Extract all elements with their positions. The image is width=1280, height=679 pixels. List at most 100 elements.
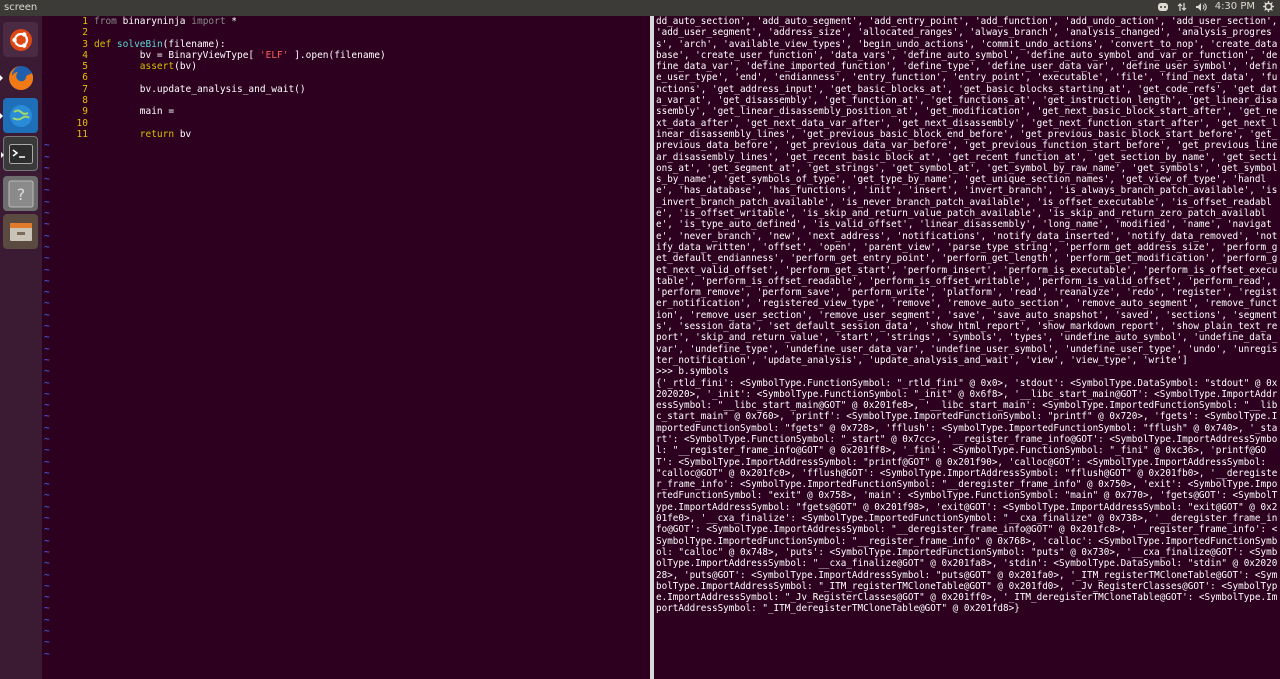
line-number: 4 xyxy=(82,49,88,61)
line-number: 5 xyxy=(82,61,88,73)
code-line[interactable]: 4 bv = BinaryViewType[ 'ELF' ].open(file… xyxy=(42,50,650,61)
code-token: bv = BinaryViewType[ xyxy=(94,49,260,61)
code-token: main = xyxy=(94,106,180,118)
volume-icon[interactable] xyxy=(1195,2,1207,12)
svg-text:?: ? xyxy=(16,185,25,204)
empty-line-tilde: ~ xyxy=(44,264,50,276)
code-token: 'ELF' xyxy=(259,49,289,61)
empty-line-tilde: ~ xyxy=(44,614,50,626)
code-token: def xyxy=(94,38,112,50)
empty-line-tilde: ~ xyxy=(44,569,50,581)
code-line[interactable]: 2 xyxy=(42,27,650,38)
code-token: (bv) xyxy=(174,61,197,73)
empty-line-tilde: ~ xyxy=(44,140,50,152)
window-title: screen xyxy=(4,2,38,13)
code-token: solveBin xyxy=(116,38,163,50)
code-line[interactable]: 6 xyxy=(42,72,650,83)
empty-line-tilde: ~ xyxy=(44,366,50,378)
empty-line-tilde: ~ xyxy=(44,343,50,355)
ubuntu-dash-icon[interactable] xyxy=(3,22,38,57)
code-line[interactable]: 9 main = xyxy=(42,106,650,117)
empty-line-tilde: ~ xyxy=(44,592,50,604)
firefox-icon[interactable] xyxy=(0,60,38,95)
vim-editor[interactable]: 1 from binaryninja import * 2 3 def solveBin… xyxy=(42,16,650,679)
empty-line-tilde: ~ xyxy=(44,332,50,344)
network-icon[interactable] xyxy=(1177,2,1187,12)
empty-line-tilde: ~ xyxy=(44,411,50,423)
empty-line-tilde: ~ xyxy=(44,558,50,570)
empty-line-tilde: ~ xyxy=(44,241,50,253)
empty-line-tilde: ~ xyxy=(44,513,50,525)
code-token: ].open(filename) xyxy=(288,49,386,61)
empty-line-tilde: ~ xyxy=(44,637,50,649)
empty-line-tilde: ~ xyxy=(44,298,50,310)
code-line[interactable]: 8 xyxy=(42,95,650,106)
empty-line-tilde: ~ xyxy=(44,479,50,491)
empty-line-tilde: ~ xyxy=(44,253,50,265)
browser-globe-icon[interactable] xyxy=(0,98,38,133)
empty-line-tilde: ~ xyxy=(44,377,50,389)
help-icon[interactable]: ? xyxy=(3,176,38,211)
code-line[interactable]: 3 def solveBin (filename): xyxy=(42,39,650,50)
code-token: binaryninja xyxy=(116,16,192,27)
empty-line-tilde: ~ xyxy=(44,151,50,163)
code-token: bv xyxy=(174,128,192,140)
code-line[interactable]: 10 xyxy=(42,118,650,129)
empty-line-tilde: ~ xyxy=(44,230,50,242)
system-tray: 4:30 PM xyxy=(1157,1,1274,12)
empty-line-tilde: ~ xyxy=(44,196,50,208)
empty-line-tilde: ~ xyxy=(44,648,50,660)
code-token: bv.update_analysis_and_wait() xyxy=(94,83,306,95)
empty-line-tilde: ~ xyxy=(44,309,50,321)
empty-line-tilde: ~ xyxy=(44,185,50,197)
code-token: import xyxy=(191,16,226,27)
empty-line-tilde: ~ xyxy=(44,445,50,457)
empty-line-tilde: ~ xyxy=(44,626,50,638)
line-number: 10 xyxy=(76,117,88,129)
empty-line-tilde: ~ xyxy=(44,422,50,434)
empty-line-tilde: ~ xyxy=(44,400,50,412)
empty-line-tilde: ~ xyxy=(44,546,50,558)
empty-line-tilde: ~ xyxy=(44,456,50,468)
line-number: 2 xyxy=(82,27,88,39)
empty-line-tilde: ~ xyxy=(44,162,50,174)
line-number: 8 xyxy=(82,95,88,107)
line-number: 3 xyxy=(82,38,88,50)
code-token: assert xyxy=(139,61,175,73)
empty-line-tilde: ~ xyxy=(44,388,50,400)
empty-line-tilde: ~ xyxy=(44,433,50,445)
empty-line-tilde: ~ xyxy=(44,208,50,220)
empty-line-tilde: ~ xyxy=(44,275,50,287)
empty-line-tilde: ~ xyxy=(44,219,50,231)
empty-line-tilde: ~ xyxy=(44,501,50,513)
empty-line-tilde: ~ xyxy=(44,603,50,615)
empty-line-tilde: ~ xyxy=(44,354,50,366)
code-line[interactable]: 5 assert (bv) xyxy=(42,61,650,72)
code-token: (filename): xyxy=(162,38,226,50)
terminal-icon[interactable] xyxy=(1,136,38,171)
discord-icon[interactable] xyxy=(1157,2,1169,12)
line-number: 11 xyxy=(76,128,88,140)
code-line[interactable]: 11 return bv xyxy=(42,129,650,140)
code-token: return xyxy=(139,128,175,140)
empty-line-tilde: ~ xyxy=(44,535,50,547)
empty-line-tilde: ~ xyxy=(44,524,50,536)
unity-launcher: ? xyxy=(0,16,43,679)
line-number: 9 xyxy=(82,106,88,118)
code-line[interactable]: 7 bv.update_analysis_and_wait() xyxy=(42,84,650,95)
clock[interactable]: 4:30 PM xyxy=(1215,1,1255,12)
files-icon[interactable] xyxy=(3,214,38,249)
code-line[interactable]: 1 from binaryninja import * xyxy=(42,16,650,27)
line-number: 6 xyxy=(82,72,88,84)
empty-line-tilde: ~ xyxy=(44,174,50,186)
python-terminal-output[interactable]: dd_auto_section', 'add_auto_segment', 'a… xyxy=(654,16,1280,679)
line-number: 1 xyxy=(82,16,88,27)
code-token: * xyxy=(225,16,238,27)
empty-line-tilde: ~ xyxy=(44,490,50,502)
empty-line-tilde: ~ xyxy=(44,467,50,479)
empty-line-tilde: ~ xyxy=(44,287,50,299)
line-number: 7 xyxy=(82,83,88,95)
settings-gear-icon[interactable] xyxy=(1263,1,1274,12)
